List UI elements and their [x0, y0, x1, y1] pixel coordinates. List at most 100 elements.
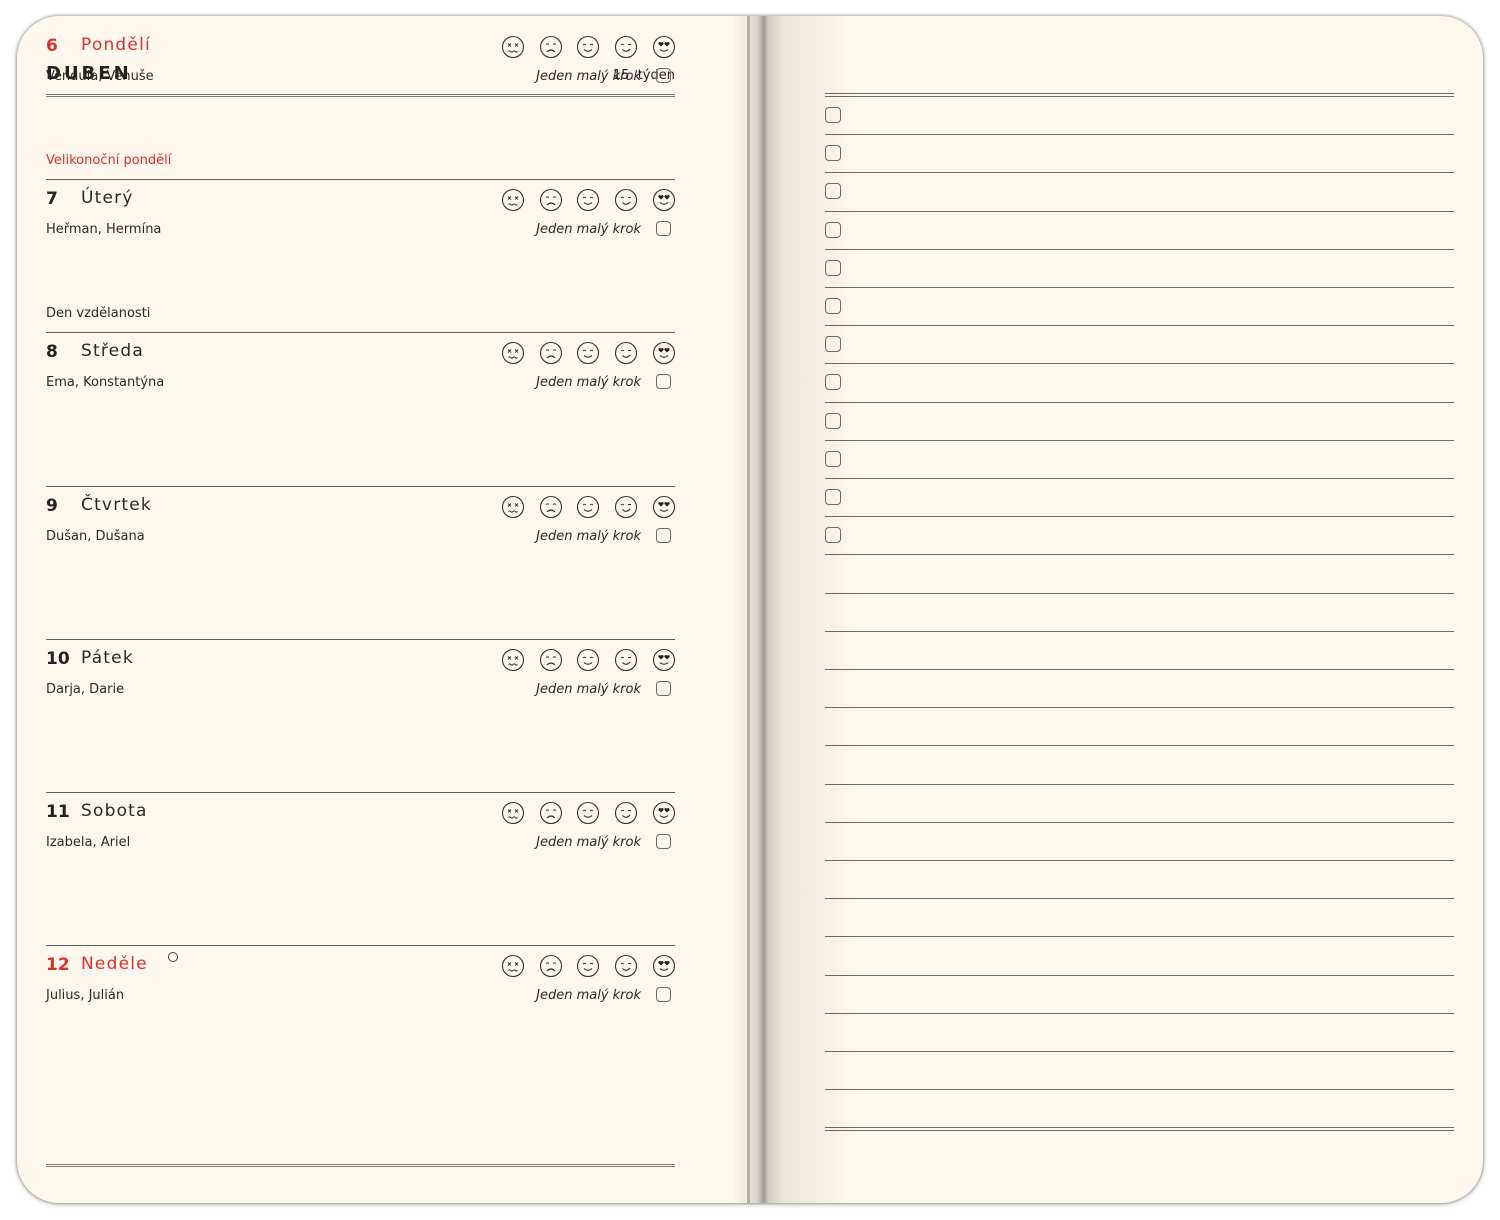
- day-name: Sobota: [81, 801, 148, 821]
- wink-face-icon[interactable]: [614, 495, 638, 519]
- dizzy-face-icon[interactable]: [501, 341, 525, 365]
- dizzy-face-icon[interactable]: [501, 954, 525, 978]
- wink-face-icon[interactable]: [614, 35, 638, 59]
- notes-ruled-line: [825, 401, 1454, 403]
- notes-ruled-line: [825, 554, 1454, 556]
- small-step-label: Jeden malý krok: [536, 375, 641, 391]
- notes-ruled-line: [825, 1051, 1454, 1052]
- dizzy-face-icon[interactable]: [501, 35, 525, 59]
- notes-ruled-line: [825, 134, 1454, 136]
- sad-face-icon[interactable]: [539, 648, 563, 672]
- smile-face-icon[interactable]: [576, 648, 600, 672]
- name-day: Dušan, Dušana: [46, 528, 145, 544]
- name-day: Izabela, Ariel: [46, 835, 131, 850]
- heart-eyes-face-icon[interactable]: [652, 801, 676, 825]
- small-step-checkbox[interactable]: [656, 527, 671, 543]
- small-step-checkbox[interactable]: [656, 374, 671, 390]
- notes-ruled-line: [825, 707, 1454, 709]
- dizzy-face-icon[interactable]: [501, 188, 525, 212]
- notes-checkbox[interactable]: [825, 527, 841, 544]
- notes-ruled-line: [825, 898, 1454, 900]
- notes-checkbox[interactable]: [825, 374, 841, 391]
- notes-top-rule: [825, 93, 1454, 94]
- smile-face-icon[interactable]: [576, 495, 600, 519]
- dizzy-face-icon[interactable]: [501, 801, 525, 825]
- sad-face-icon[interactable]: [539, 341, 563, 365]
- notes-checkbox[interactable]: [825, 298, 841, 314]
- notes-checkbox[interactable]: [825, 183, 841, 200]
- day-number: 7: [46, 189, 58, 210]
- smile-face-icon[interactable]: [576, 188, 600, 212]
- sad-face-icon[interactable]: [539, 188, 563, 212]
- sad-face-icon[interactable]: [539, 954, 563, 978]
- small-step-label: Jeden malý krok: [536, 835, 641, 850]
- smile-face-icon[interactable]: [576, 954, 600, 978]
- wink-face-icon[interactable]: [614, 954, 638, 978]
- page-bottom-divider: [46, 1164, 675, 1167]
- small-step-label: Jeden malý krok: [536, 681, 641, 697]
- day-divider: [46, 332, 675, 334]
- sad-face-icon[interactable]: [539, 801, 563, 825]
- smile-face-icon[interactable]: [576, 35, 600, 59]
- notes-ruled-line: [825, 669, 1454, 670]
- notes-checkbox[interactable]: [825, 489, 841, 505]
- notes-checkbox[interactable]: [825, 221, 841, 238]
- heart-eyes-face-icon[interactable]: [652, 495, 676, 519]
- day-divider: [46, 638, 675, 640]
- spine-line: [747, 16, 750, 1203]
- day-name: Pondělí: [81, 35, 151, 55]
- notes-checkbox[interactable]: [825, 412, 841, 429]
- notes-ruled-line: [825, 1012, 1454, 1014]
- sad-face-icon[interactable]: [539, 495, 563, 519]
- day-number: 10: [46, 648, 70, 669]
- notes-ruled-line: [825, 783, 1454, 785]
- small-step-checkbox[interactable]: [656, 834, 671, 849]
- heart-eyes-face-icon[interactable]: [652, 648, 676, 672]
- small-step-checkbox[interactable]: [656, 68, 671, 83]
- notes-ruled-line: [825, 516, 1454, 518]
- notes-checkbox[interactable]: [825, 145, 841, 162]
- planner-spread: DUBEN 15. týden 6 Pondělí Vendula, Venuše J…: [17, 16, 1483, 1203]
- day-number: 6: [46, 36, 58, 56]
- small-step-label: Jeden malý krok: [536, 988, 641, 1004]
- dizzy-face-icon[interactable]: [501, 648, 525, 672]
- notes-ruled-line: [825, 745, 1454, 747]
- heart-eyes-face-icon[interactable]: [652, 341, 676, 365]
- small-step-label: Jeden malý krok: [536, 69, 641, 84]
- notes-checkbox[interactable]: [825, 107, 841, 123]
- notes-checkbox[interactable]: [825, 259, 841, 276]
- wink-face-icon[interactable]: [614, 648, 638, 672]
- notes-ruled-line: [825, 96, 1454, 97]
- day-name: Středa: [81, 341, 144, 362]
- small-step-checkbox[interactable]: [656, 680, 671, 696]
- wink-face-icon[interactable]: [614, 801, 638, 825]
- notes-checkbox[interactable]: [825, 336, 841, 353]
- day-entry: 11 Sobota Izabela, Ariel Jeden malý krok: [46, 792, 675, 945]
- wink-face-icon[interactable]: [614, 188, 638, 212]
- dizzy-face-icon[interactable]: [501, 495, 525, 519]
- sad-face-icon[interactable]: [539, 35, 563, 59]
- holiday-label: Velikonoční pondělí: [46, 153, 172, 168]
- wink-face-icon[interactable]: [614, 341, 638, 365]
- day-name: Pátek: [81, 647, 134, 668]
- smile-face-icon[interactable]: [576, 801, 600, 825]
- name-day: Vendula, Venuše: [46, 69, 154, 84]
- notes-ruled-line: [825, 974, 1454, 976]
- heart-eyes-face-icon[interactable]: [652, 954, 676, 978]
- day-name: Úterý: [81, 188, 134, 209]
- day-divider: [46, 945, 675, 947]
- notes-ruled-line: [825, 630, 1454, 632]
- name-day: Darja, Darie: [46, 681, 125, 697]
- small-step-checkbox[interactable]: [656, 221, 671, 237]
- day-name: Čtvrtek: [81, 494, 152, 515]
- heart-eyes-face-icon[interactable]: [652, 188, 676, 212]
- small-step-checkbox[interactable]: [656, 987, 671, 1003]
- notes-bottom-rule: [825, 1130, 1454, 1132]
- notes-ruled-line: [825, 210, 1454, 212]
- moon-phase-icon: [168, 952, 178, 963]
- heart-eyes-face-icon[interactable]: [652, 35, 676, 59]
- notes-checkbox[interactable]: [825, 450, 841, 467]
- smile-face-icon[interactable]: [576, 341, 600, 365]
- notes-ruled-line: [825, 936, 1454, 938]
- name-day: Julius, Julián: [46, 988, 125, 1004]
